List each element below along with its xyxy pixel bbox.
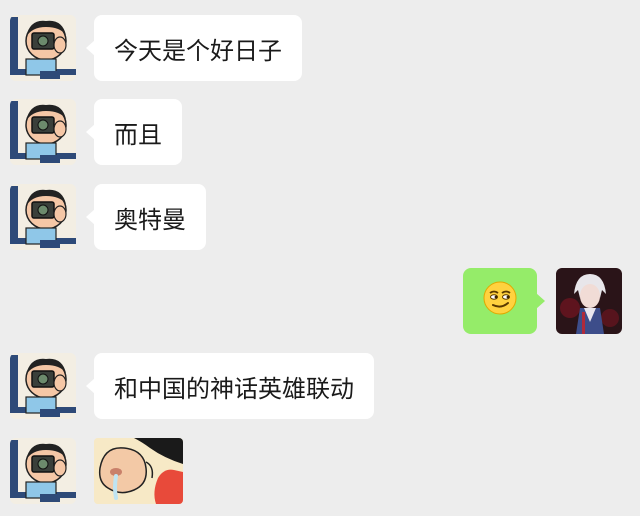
shinchan-camera-avatar[interactable] bbox=[10, 438, 76, 504]
smirk-face-emoji bbox=[483, 281, 517, 321]
shinchan-camera-avatar[interactable] bbox=[10, 99, 76, 165]
shinchan-camera-avatar[interactable] bbox=[10, 353, 76, 419]
shinchan-camera-avatar[interactable] bbox=[10, 15, 76, 81]
message-text: 今天是个好日子 bbox=[114, 36, 282, 65]
message-bubble[interactable]: 奥特曼 bbox=[86, 184, 206, 250]
message-bubble[interactable]: 而且 bbox=[86, 99, 182, 165]
message-bubble[interactable]: 今天是个好日子 bbox=[86, 15, 302, 81]
message-text: 和中国的神话英雄联动 bbox=[114, 374, 354, 403]
message-text: 奥特曼 bbox=[114, 205, 186, 234]
message-bubble[interactable]: 和中国的神话英雄联动 bbox=[86, 353, 374, 419]
message-bubble[interactable] bbox=[463, 268, 545, 334]
message-text: 而且 bbox=[114, 120, 162, 149]
nose-closeup-sticker[interactable] bbox=[94, 438, 183, 504]
shinchan-camera-avatar[interactable] bbox=[10, 184, 76, 250]
white-haired-anime-avatar[interactable] bbox=[556, 268, 622, 334]
